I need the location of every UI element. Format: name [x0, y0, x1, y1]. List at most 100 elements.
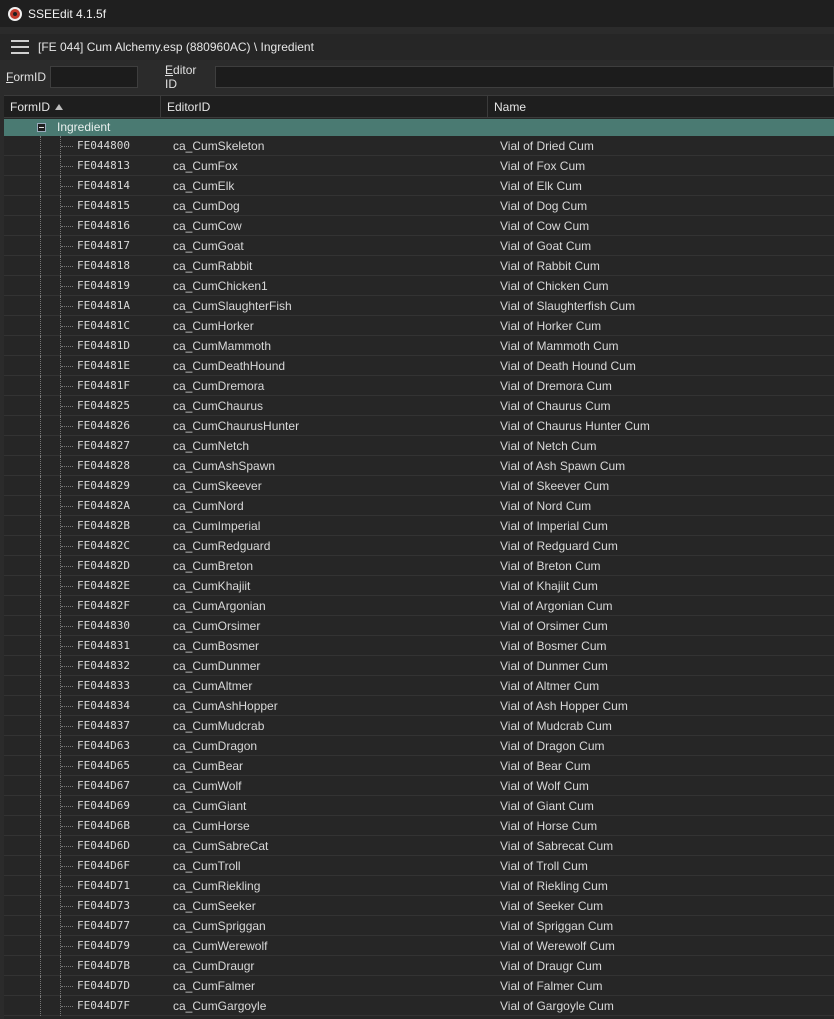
tree-line [40, 276, 41, 296]
table-row[interactable]: FE044D71 ca_CumRiekling Vial of Riekling C… [4, 876, 834, 896]
table-row[interactable]: FE044800 ca_CumSkeleton Vial of Dried Cum [4, 136, 834, 156]
table-row[interactable]: FE04482D ca_CumBreton Vial of Breton Cum [4, 556, 834, 576]
formid-filter-input[interactable] [50, 66, 139, 88]
tree-line [60, 476, 73, 496]
table-row[interactable]: FE04481F ca_CumDremora Vial of Dremora Cum [4, 376, 834, 396]
table-row[interactable]: FE044D65 ca_CumBear Vial of Bear Cum [4, 756, 834, 776]
cell-formid: FE044828 [77, 459, 130, 472]
table-row[interactable]: FE044837 ca_CumMudcrab Vial of Mudcrab Cum [4, 716, 834, 736]
table-row[interactable]: FE04481A ca_CumSlaughterFish Vial of Slaug… [4, 296, 834, 316]
table-row[interactable]: FE044D79 ca_CumWerewolf Vial of Werewolf C… [4, 936, 834, 956]
table-row[interactable]: FE044D73 ca_CumSeeker Vial of Seeker Cum [4, 896, 834, 916]
tree-line [40, 936, 41, 956]
cell-formid: FE044817 [77, 239, 130, 252]
cell-name: Vial of Mammoth Cum [500, 339, 619, 353]
cell-name: Vial of Chaurus Cum [500, 399, 611, 413]
table-row[interactable]: FE04482B ca_CumImperial Vial of Imperial C… [4, 516, 834, 536]
table-row[interactable]: FE044D7B ca_CumDraugr Vial of Draugr Cum [4, 956, 834, 976]
tree-line [40, 796, 41, 816]
cell-editorid: ca_CumRiekling [173, 879, 261, 893]
cell-formid: FE04482C [77, 539, 130, 552]
tree-line [60, 376, 73, 396]
cell-name: Vial of Orsimer Cum [500, 619, 608, 633]
column-header-name[interactable]: Name [488, 96, 834, 118]
table-row[interactable]: FE044D6B ca_CumHorse Vial of Horse Cum [4, 816, 834, 836]
table-row[interactable]: FE044D77 ca_CumSpriggan Vial of Spriggan C… [4, 916, 834, 936]
cell-editorid: ca_CumMudcrab [173, 719, 265, 733]
tree-line [40, 256, 41, 276]
table-row[interactable]: FE044825 ca_CumChaurus Vial of Chaurus Cum [4, 396, 834, 416]
cell-editorid: ca_CumKhajiit [173, 579, 251, 593]
cell-editorid: ca_CumImperial [173, 519, 261, 533]
table-row[interactable]: FE044816 ca_CumCow Vial of Cow Cum [4, 216, 834, 236]
table-row[interactable]: FE04481C ca_CumHorker Vial of Horker Cum [4, 316, 834, 336]
tree-line [60, 336, 73, 356]
cell-formid: FE044D6F [77, 859, 130, 872]
tree-line [60, 196, 73, 216]
hamburger-menu-icon[interactable] [8, 34, 32, 60]
tree-line [60, 576, 73, 596]
window-title: SSEEdit 4.1.5f [28, 6, 107, 21]
table-row[interactable]: FE044826 ca_CumChaurusHunter Vial of Chaur… [4, 416, 834, 436]
table-row[interactable]: FE044D7D ca_CumFalmer Vial of Falmer Cum [4, 976, 834, 996]
cell-name: Vial of Werewolf Cum [500, 939, 615, 953]
table-row[interactable]: FE044D6D ca_CumSabreCat Vial of Sabrecat C… [4, 836, 834, 856]
table-row[interactable]: FE044D69 ca_CumGiant Vial of Giant Cum [4, 796, 834, 816]
table-row[interactable]: FE04482F ca_CumArgonian Vial of Argonian C… [4, 596, 834, 616]
tree-line [60, 756, 73, 776]
cell-editorid: ca_CumBreton [173, 559, 254, 573]
tree-line [40, 196, 41, 216]
cell-formid: FE04481F [77, 379, 130, 392]
table-row[interactable]: FE044829 ca_CumSkeever Vial of Skeever Cum [4, 476, 834, 496]
table-row[interactable]: FE04482C ca_CumRedguard Vial of Redguard C… [4, 536, 834, 556]
group-row-ingredient[interactable]: Ingredient [4, 119, 834, 136]
table-row[interactable]: FE044818 ca_CumRabbit Vial of Rabbit Cum [4, 256, 834, 276]
table-row[interactable]: FE044815 ca_CumDog Vial of Dog Cum [4, 196, 834, 216]
tree-line [60, 276, 73, 296]
cell-formid: FE044D79 [77, 939, 130, 952]
tree-line [40, 876, 41, 896]
table-row[interactable]: FE04482A ca_CumNord Vial of Nord Cum [4, 496, 834, 516]
tree-line [60, 736, 73, 756]
table-row[interactable]: FE044833 ca_CumAltmer Vial of Altmer Cum [4, 676, 834, 696]
table-row[interactable]: FE044817 ca_CumGoat Vial of Goat Cum [4, 236, 834, 256]
table-row[interactable]: FE044813 ca_CumFox Vial of Fox Cum [4, 156, 834, 176]
table-row[interactable]: FE044D63 ca_CumDragon Vial of Dragon Cum [4, 736, 834, 756]
table-row[interactable]: FE044D6F ca_CumTroll Vial of Troll Cum [4, 856, 834, 876]
table-row[interactable]: FE044D67 ca_CumWolf Vial of Wolf Cum [4, 776, 834, 796]
column-header-formid[interactable]: FormID [4, 96, 161, 118]
records-grid[interactable]: FormID EditorID Name Ingredient FE044800… [4, 95, 834, 1019]
table-row[interactable]: FE044D7F ca_CumGargoyle Vial of Gargoyle C… [4, 996, 834, 1016]
cell-editorid: ca_CumBear [173, 759, 244, 773]
tree-line [40, 776, 41, 796]
tree-line [60, 396, 73, 416]
table-row[interactable]: FE044831 ca_CumBosmer Vial of Bosmer Cum [4, 636, 834, 656]
cell-name: Vial of Sabrecat Cum [500, 839, 614, 853]
table-row[interactable]: FE04481D ca_CumMammoth Vial of Mammoth Cum [4, 336, 834, 356]
tree-line [60, 496, 73, 516]
cell-editorid: ca_CumWolf [173, 779, 242, 793]
table-row[interactable]: FE04481E ca_CumDeathHound Vial of Death Ho… [4, 356, 834, 376]
table-row[interactable]: FE044814 ca_CumElk Vial of Elk Cum [4, 176, 834, 196]
column-header-editorid[interactable]: EditorID [161, 96, 488, 118]
table-row[interactable]: FE04482E ca_CumKhajiit Vial of Khajiit Cum [4, 576, 834, 596]
tree-line [40, 216, 41, 236]
tree-line [60, 936, 73, 956]
editorid-filter-label: Editor ID [165, 63, 197, 91]
cell-editorid: ca_CumGiant [173, 799, 247, 813]
tree-line [60, 876, 73, 896]
table-row[interactable]: FE044828 ca_CumAshSpawn Vial of Ash Spawn … [4, 456, 834, 476]
table-row[interactable]: FE044830 ca_CumOrsimer Vial of Orsimer Cum [4, 616, 834, 636]
tree-line [40, 476, 41, 496]
cell-name: Vial of Troll Cum [500, 859, 588, 873]
table-row[interactable]: FE044819 ca_CumChicken1 Vial of Chicken Cu… [4, 276, 834, 296]
cell-name: Vial of Fox Cum [500, 159, 586, 173]
table-row[interactable]: FE044834 ca_CumAshHopper Vial of Ash Hoppe… [4, 696, 834, 716]
editorid-filter-input[interactable] [215, 66, 834, 88]
tree-line [40, 296, 41, 316]
table-row[interactable]: FE044832 ca_CumDunmer Vial of Dunmer Cum [4, 656, 834, 676]
tree-line [40, 816, 41, 836]
table-row[interactable]: FE044827 ca_CumNetch Vial of Netch Cum [4, 436, 834, 456]
cell-editorid: ca_CumDraugr [173, 959, 255, 973]
collapse-icon[interactable] [37, 123, 46, 132]
